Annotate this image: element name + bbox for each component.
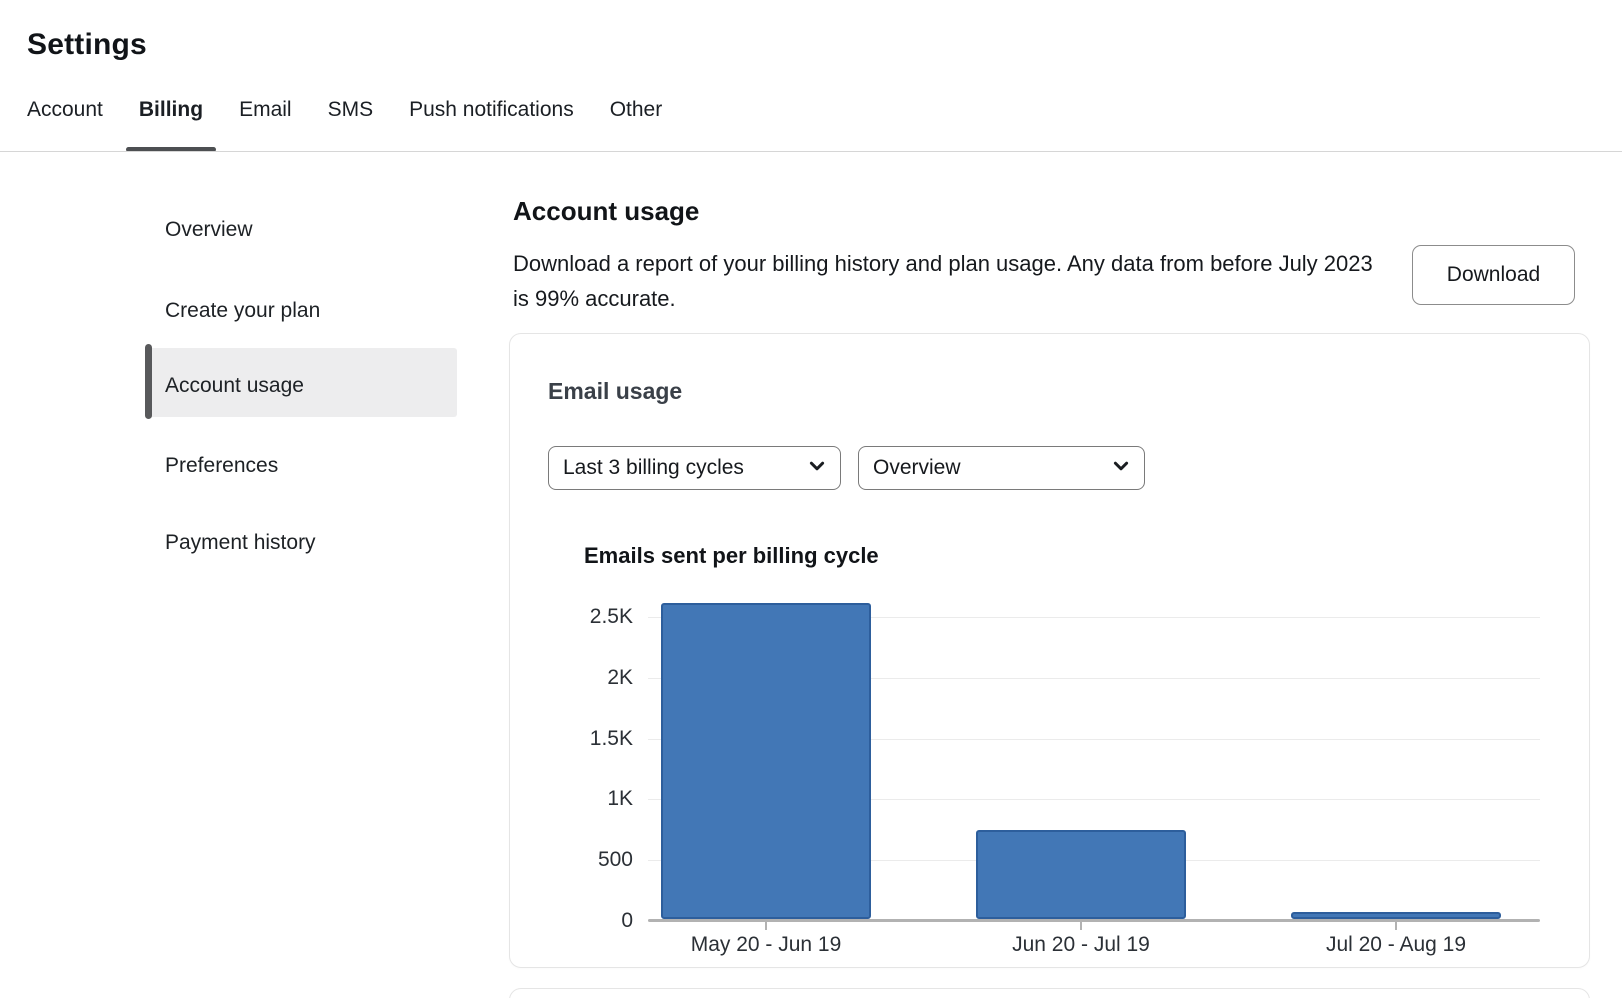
tabs-divider [0,151,1622,152]
x-axis-tick-mark [1080,922,1082,930]
billing-cycles-selected-value: Last 3 billing cycles [563,456,744,480]
sidebar-item-preferences[interactable]: Preferences [165,453,278,479]
x-axis-tick-mark [1395,922,1397,930]
sidebar-item-create-your-plan[interactable]: Create your plan [165,298,320,324]
x-axis-tick-mark [765,922,767,930]
settings-page: Settings Account Billing Email SMS Push … [0,0,1622,998]
y-axis-tick-label: 500 [540,848,633,872]
tab-billing[interactable]: Billing [139,96,203,124]
tab-email[interactable]: Email [239,96,292,124]
billing-cycles-select[interactable]: Last 3 billing cycles [548,446,841,490]
y-axis-tick-label: 0 [540,909,633,933]
y-axis-tick-label: 1.5K [540,727,633,751]
download-button[interactable]: Download [1412,245,1575,305]
tab-account[interactable]: Account [27,96,103,124]
chevron-down-icon [1112,457,1130,480]
sidebar-item-overview[interactable]: Overview [165,217,253,243]
email-usage-card-title: Email usage [548,378,682,405]
next-card-preview [509,988,1590,998]
view-selected-value: Overview [873,456,961,480]
y-axis-tick-label: 2.5K [540,605,633,629]
sidebar-item-payment-history[interactable]: Payment history [165,530,316,556]
x-axis-tick-label: Jul 20 - Aug 19 [1266,932,1526,958]
sidebar-item-account-usage[interactable]: Account usage [165,373,304,399]
x-axis-tick-label: Jun 20 - Jul 19 [951,932,1211,958]
section-description: Download a report of your billing histor… [513,246,1373,316]
sidebar-active-accent-bar [145,344,152,419]
bar-3 [1291,912,1501,919]
view-select[interactable]: Overview [858,446,1145,490]
x-axis-line [648,919,1540,922]
section-heading: Account usage [513,196,699,227]
chart-title: Emails sent per billing cycle [584,543,879,569]
tab-sms[interactable]: SMS [328,96,374,124]
y-axis-tick-label: 2K [540,666,633,690]
y-axis-tick-label: 1K [540,787,633,811]
tab-other[interactable]: Other [610,96,663,124]
tab-push-notifications[interactable]: Push notifications [409,96,574,124]
tab-bar: Account Billing Email SMS Push notificat… [27,96,662,126]
x-axis-tick-label: May 20 - Jun 19 [636,932,896,958]
chevron-down-icon [808,457,826,480]
bar-1 [661,603,871,919]
bar-2 [976,830,1186,919]
page-title: Settings [27,28,147,62]
